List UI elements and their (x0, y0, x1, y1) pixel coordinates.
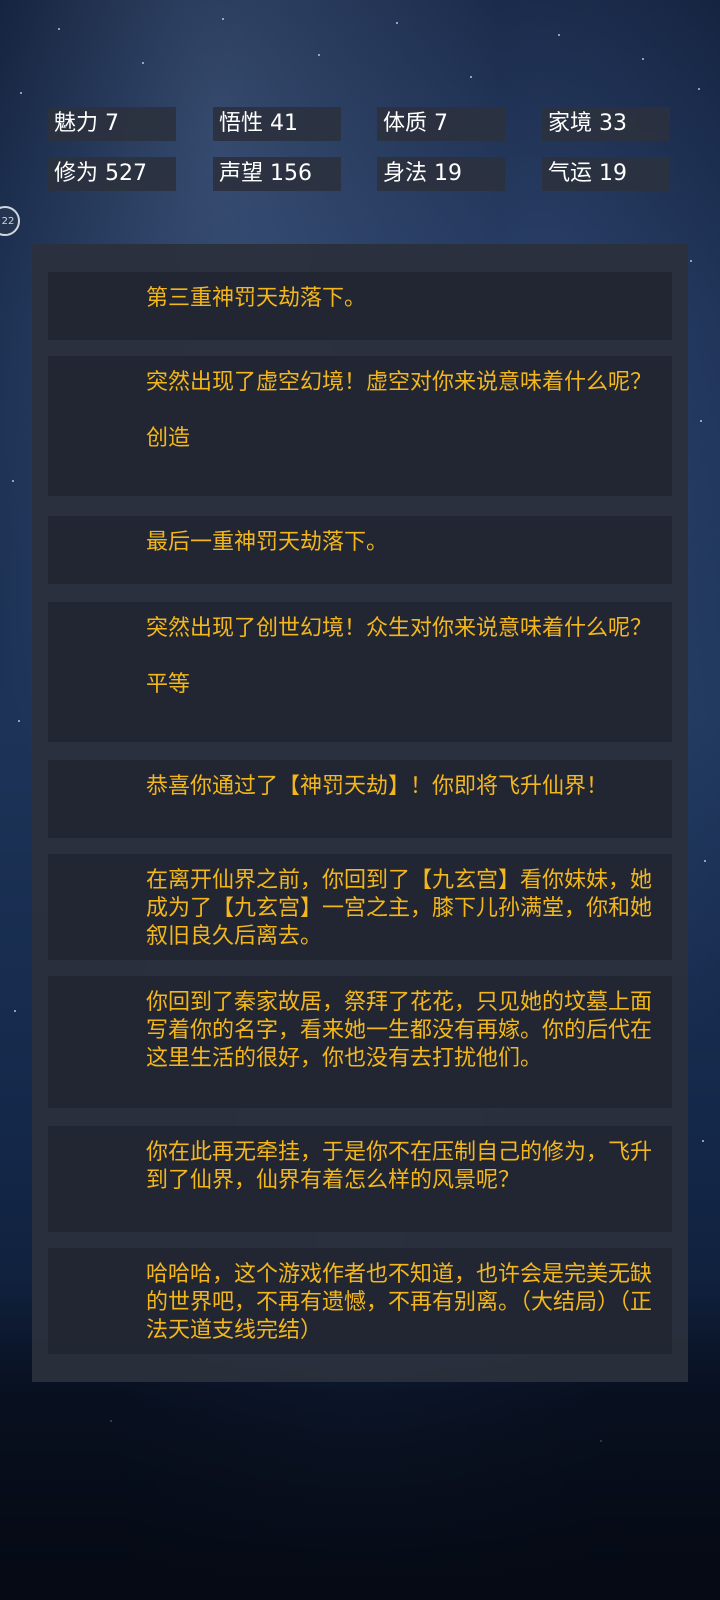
event-log-entry: 突然出现了虚空幻境！虚空对你来说意味着什么呢？ 创造 (48, 356, 672, 496)
stat-value: 7 (105, 111, 120, 136)
stat-label: 气运 (548, 161, 593, 186)
stat-label: 修为 (54, 161, 99, 186)
stat-value: 41 (270, 111, 299, 136)
stat-label: 声望 (219, 161, 264, 186)
event-log-entry: 突然出现了创世幻境！众生对你来说意味着什么呢？ 平等 (48, 602, 672, 742)
event-log-entry: 在离开仙界之前，你回到了【九玄宫】看你妹妹，她成为了【九玄宫】一宫之主，膝下儿孙… (48, 854, 672, 960)
stat-agility: 身法 19 (377, 157, 505, 191)
event-log-entry: 最后一重神罚天劫落下。 (48, 516, 672, 584)
stat-cultivation: 修为 527 (48, 157, 176, 191)
event-log-entry: 恭喜你通过了【神罚天劫】！你即将飞升仙界！ (48, 760, 672, 838)
stat-label: 身法 (383, 161, 428, 186)
stat-value: 19 (434, 161, 463, 186)
stat-value: 19 (599, 161, 628, 186)
event-log-entry: 你在此再无牵挂，于是你不在压制自己的修为，飞升到了仙界，仙界有着怎么样的风景呢？ (48, 1126, 672, 1232)
level-badge[interactable]: 22 (0, 206, 20, 236)
stat-comprehension: 悟性 41 (213, 107, 341, 141)
stat-charm: 魅力 7 (48, 107, 176, 141)
event-log-entry: 哈哈哈，这个游戏作者也不知道，也许会是完美无缺的世界吧，不再有遗憾，不再有别离。… (48, 1248, 672, 1354)
stat-luck: 气运 19 (542, 157, 670, 191)
stat-reputation: 声望 156 (213, 157, 341, 191)
event-log-entry: 第三重神罚天劫落下。 (48, 272, 672, 340)
stat-family: 家境 33 (542, 107, 670, 141)
stat-value: 156 (270, 161, 313, 186)
stat-constitution: 体质 7 (377, 107, 505, 141)
event-log-panel[interactable]: 第三重神罚天劫落下。 突然出现了虚空幻境！虚空对你来说意味着什么呢？ 创造 最后… (32, 244, 688, 1382)
event-log-entry: 你回到了秦家故居，祭拜了花花，只见她的坟墓上面写着你的名字，看来她一生都没有再嫁… (48, 976, 672, 1108)
stat-label: 悟性 (219, 111, 264, 136)
stat-value: 7 (434, 111, 449, 136)
stat-value: 527 (105, 161, 148, 186)
stat-value: 33 (599, 111, 628, 136)
stat-label: 体质 (383, 111, 428, 136)
stat-label: 家境 (548, 111, 593, 136)
stat-label: 魅力 (54, 111, 99, 136)
